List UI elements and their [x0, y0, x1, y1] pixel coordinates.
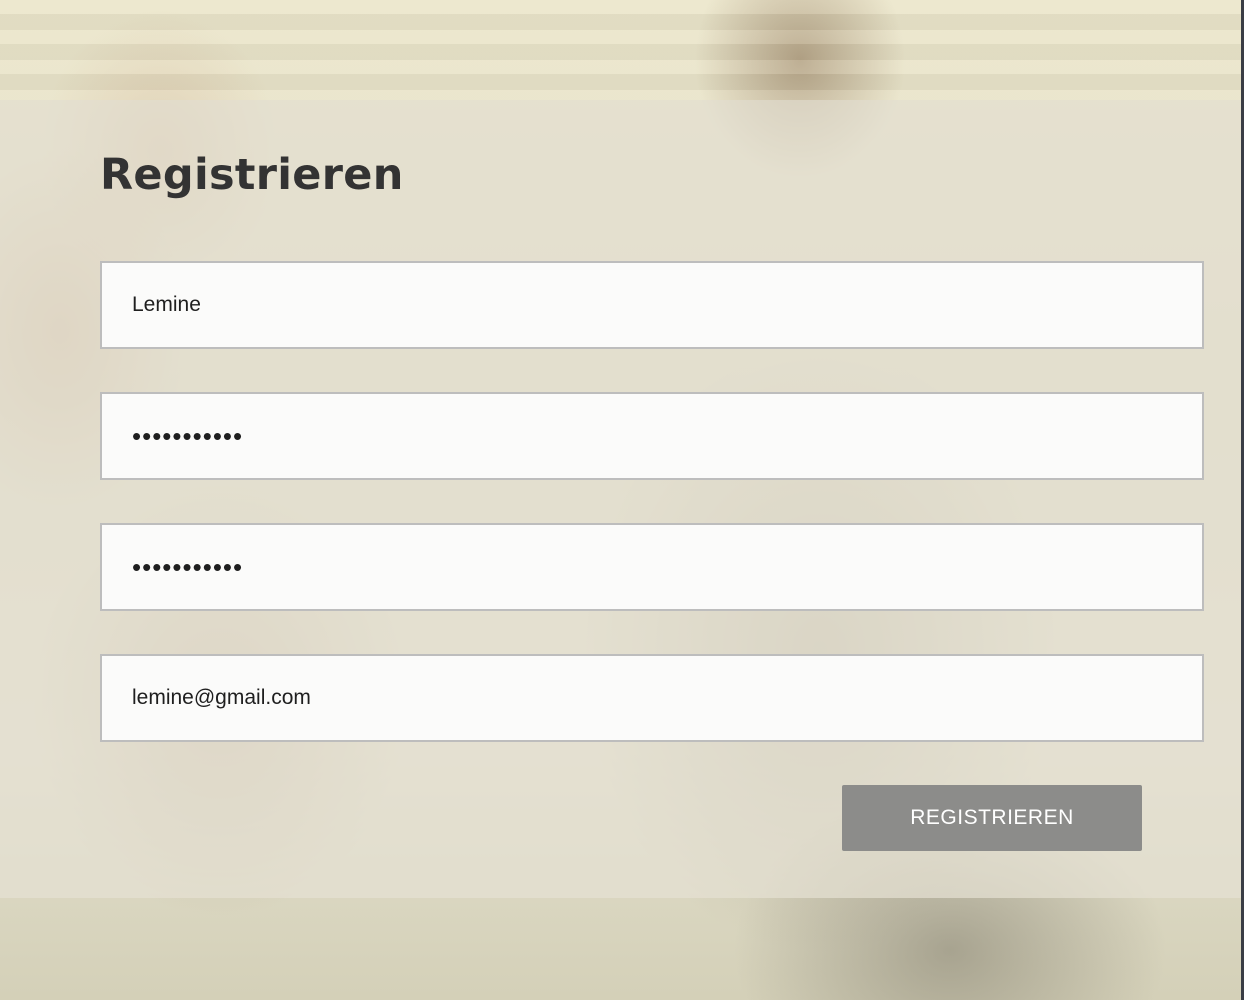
password-input[interactable] — [100, 392, 1204, 480]
registration-panel — [0, 100, 1241, 898]
password-confirm-input[interactable] — [100, 523, 1204, 611]
email-input[interactable] — [100, 654, 1204, 742]
background-blinds — [0, 0, 1244, 100]
registration-page: Registrieren REGISTRIEREN — [0, 0, 1244, 1000]
register-button[interactable]: REGISTRIEREN — [842, 785, 1142, 851]
page-title: Registrieren — [100, 150, 404, 200]
username-input[interactable] — [100, 261, 1204, 349]
